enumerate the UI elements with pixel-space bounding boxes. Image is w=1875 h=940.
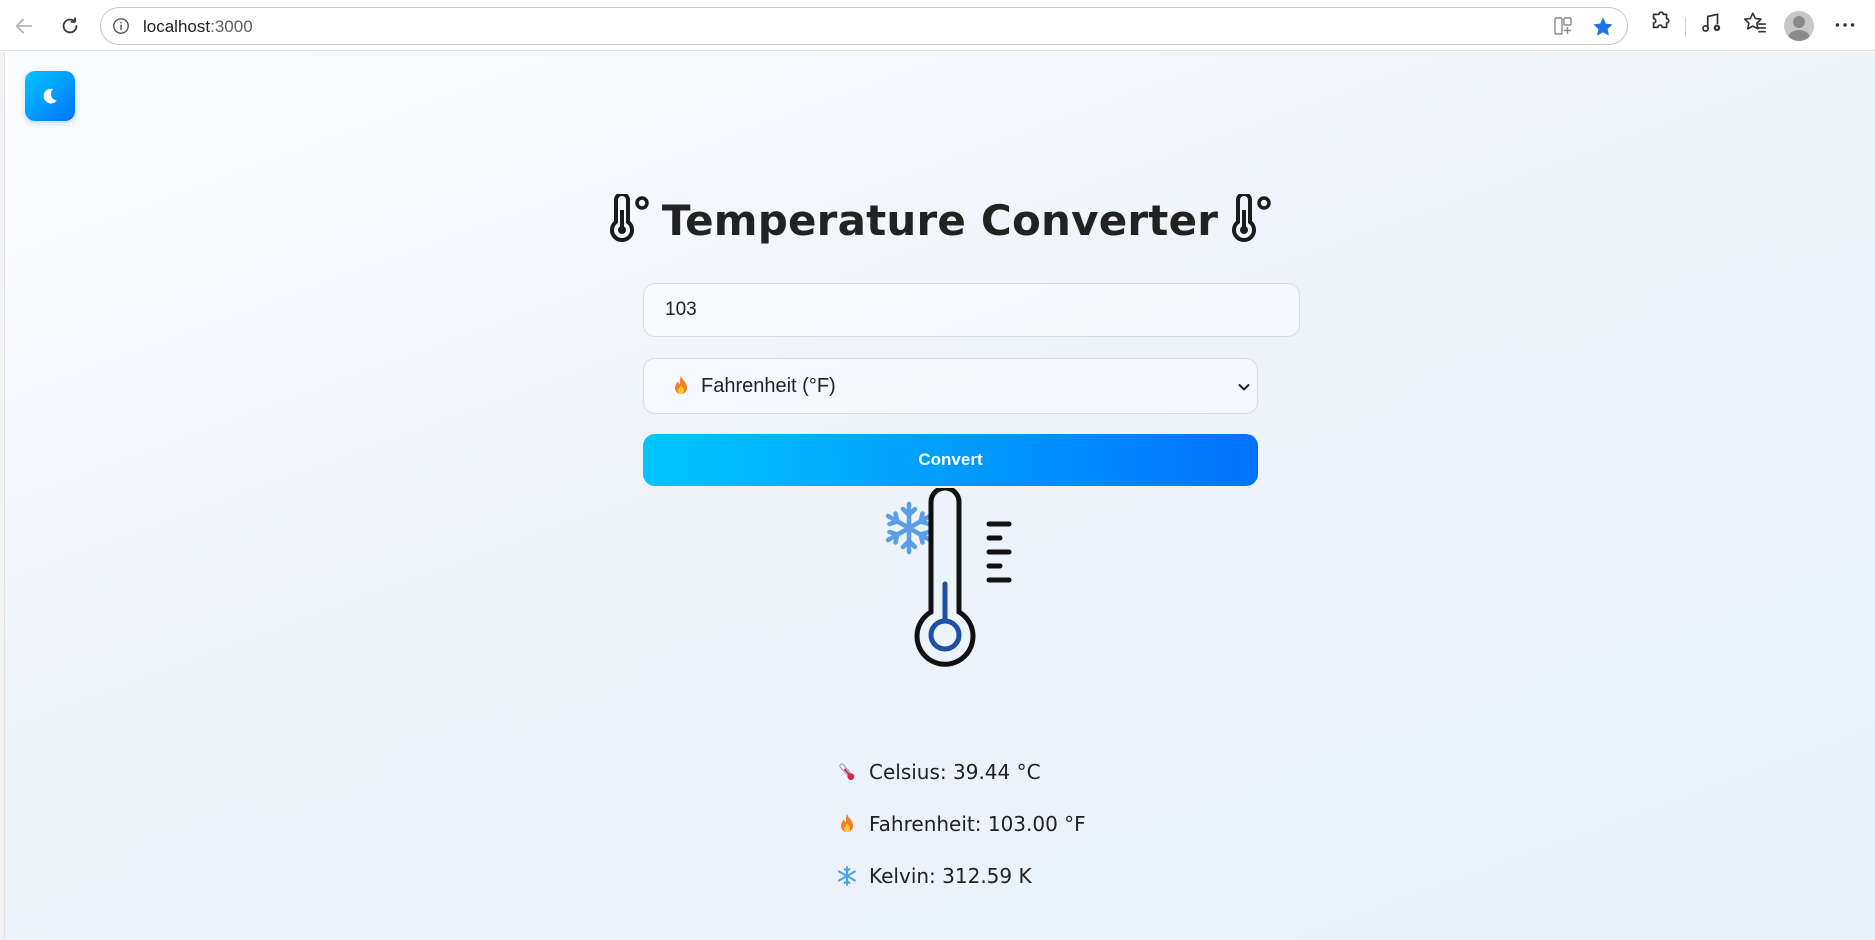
fahrenheit-value: Fahrenheit: 103.00 °F [869, 812, 1086, 836]
reload-button[interactable] [54, 10, 86, 42]
convert-button[interactable]: Convert [643, 434, 1258, 486]
page-body: Temperature Converter 103 Fahrenheit (°F… [5, 52, 1875, 940]
chevron-down-icon [1236, 378, 1252, 401]
more-menu-icon[interactable] [1832, 12, 1858, 43]
back-button[interactable] [8, 10, 40, 42]
thermometer-icon [606, 192, 652, 247]
split-screen-icon[interactable] [1553, 16, 1573, 41]
thermometer-icon [835, 760, 859, 784]
toolbar-divider [1685, 17, 1686, 37]
result-kelvin: Kelvin: 312.59 K [835, 861, 1086, 891]
results-list: Celsius: 39.44 °C Fahrenheit: 103.00 °F [835, 757, 1086, 913]
extensions-icon[interactable] [1646, 10, 1672, 41]
celsius-value: Celsius: 39.44 °C [869, 760, 1041, 784]
snowflake-icon [835, 864, 859, 888]
fire-icon [671, 375, 691, 397]
unit-select[interactable]: Fahrenheit (°F) [643, 358, 1258, 414]
reload-icon [62, 17, 78, 34]
page-header: Temperature Converter [5, 192, 1875, 247]
thermometer-illustration [914, 488, 1012, 667]
page-title: Temperature Converter [661, 196, 1219, 245]
url-text[interactable]: localhost:3000 [143, 17, 253, 37]
browser-toolbar: localhost:3000 [0, 0, 1875, 51]
address-bar[interactable]: localhost:3000 [100, 7, 1628, 45]
info-icon[interactable] [111, 16, 131, 36]
unit-select-value: Fahrenheit (°F) [701, 374, 836, 397]
temperature-input[interactable]: 103 [643, 283, 1300, 337]
moon-icon [43, 88, 57, 104]
favorites-icon[interactable] [1742, 10, 1768, 41]
kelvin-value: Kelvin: 312.59 K [869, 864, 1032, 888]
media-control-icon[interactable] [1698, 10, 1724, 41]
fire-icon [835, 812, 859, 836]
favorite-star-icon[interactable] [1591, 15, 1615, 44]
profile-avatar[interactable] [1784, 11, 1814, 41]
thermometer-icon [1228, 192, 1274, 247]
result-fahrenheit: Fahrenheit: 103.00 °F [835, 809, 1086, 839]
result-celsius: Celsius: 39.44 °C [835, 757, 1086, 787]
back-arrow-icon [15, 18, 33, 34]
theme-toggle-button[interactable] [25, 71, 75, 121]
